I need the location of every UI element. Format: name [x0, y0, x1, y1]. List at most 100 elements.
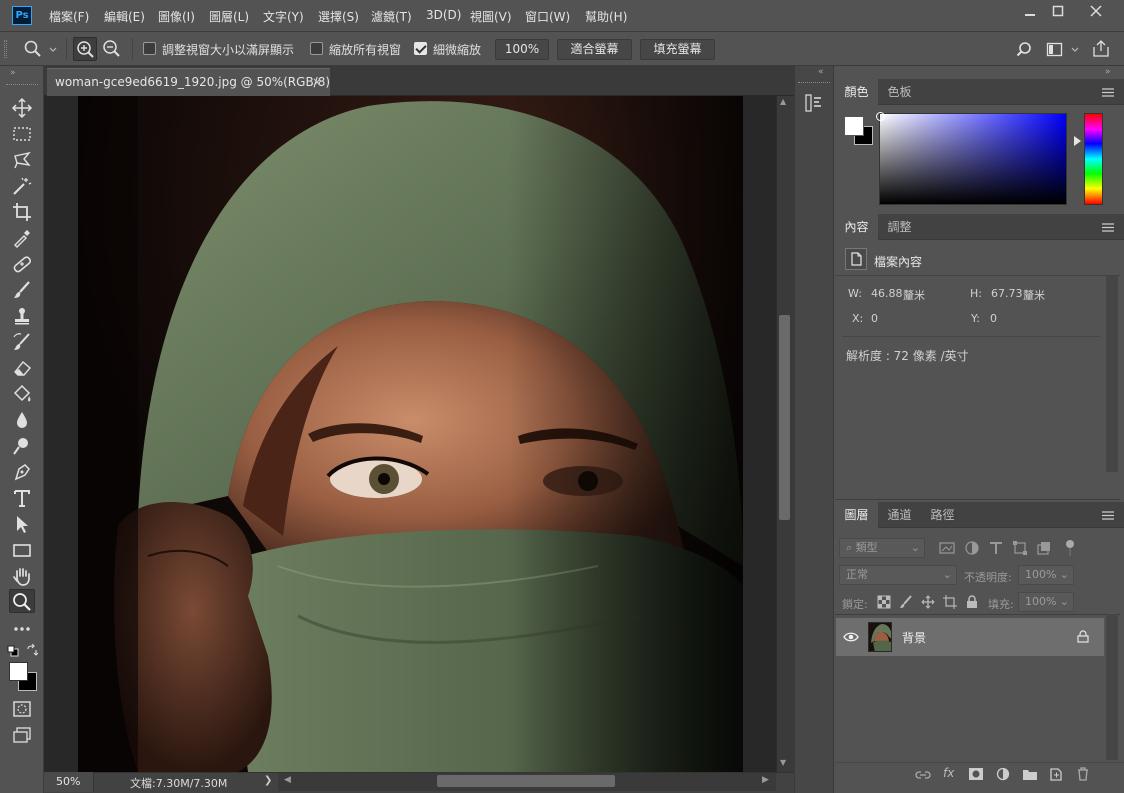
y-value[interactable]: 0: [990, 312, 997, 325]
layer-name[interactable]: 背景: [902, 629, 926, 646]
more-tools-icon[interactable]: [11, 618, 33, 640]
zoom-percent-field[interactable]: 100%: [495, 39, 549, 60]
clone-stamp-tool-icon[interactable]: [11, 305, 33, 327]
menu-edit[interactable]: 編輯(E): [104, 8, 145, 25]
default-colors-icon[interactable]: [7, 645, 19, 657]
rectangle-tool-icon[interactable]: [11, 539, 33, 561]
layer-lock-icon[interactable]: [1077, 630, 1089, 643]
menu-image[interactable]: 圖像(I): [158, 8, 195, 25]
height-value[interactable]: 67.73: [991, 287, 1023, 300]
delete-layer-icon[interactable]: [1075, 766, 1091, 782]
swap-colors-icon[interactable]: [26, 644, 38, 656]
status-zoom-field[interactable]: 50%: [44, 772, 94, 792]
tab-swatches[interactable]: 色板: [878, 79, 921, 105]
menu-file[interactable]: 檔案(F): [49, 8, 89, 25]
fill-screen-button[interactable]: 填充螢幕: [640, 39, 715, 60]
close-window-button[interactable]: [1078, 0, 1114, 22]
adjustment-layer-icon[interactable]: [996, 767, 1012, 783]
panel-menu-icon[interactable]: [1102, 511, 1114, 520]
history-brush-tool-icon[interactable]: [11, 331, 33, 353]
layer-effects-icon[interactable]: fx: [943, 766, 954, 780]
lock-all-icon[interactable]: [965, 595, 979, 609]
lock-position-icon[interactable]: [921, 595, 935, 609]
vertical-scroll-thumb[interactable]: [779, 315, 790, 520]
filter-pixel-icon[interactable]: [939, 540, 955, 556]
menu-select[interactable]: 選擇(S): [318, 8, 359, 25]
zoom-out-button[interactable]: [100, 37, 124, 61]
scrubby-zoom-checkbox[interactable]: [414, 42, 427, 55]
menu-3d[interactable]: 3D(D): [426, 8, 461, 22]
blur-tool-icon[interactable]: [11, 409, 33, 431]
lock-pixels-icon[interactable]: [899, 595, 913, 609]
tab-adjustments[interactable]: 調整: [878, 214, 921, 240]
move-tool-icon[interactable]: [11, 97, 33, 119]
options-grip[interactable]: [4, 40, 7, 58]
tab-color[interactable]: 顏色: [835, 79, 878, 105]
layer-filter-kind-select[interactable]: ⌕ 類型 ⌄: [839, 538, 925, 558]
path-selection-tool-icon[interactable]: [11, 513, 33, 535]
collapse-tools-icon[interactable]: »: [10, 68, 16, 78]
panel-menu-icon[interactable]: [1102, 88, 1114, 97]
menu-type[interactable]: 文字(Y): [263, 8, 304, 25]
filter-type-icon[interactable]: [988, 540, 1004, 556]
filter-adjustment-icon[interactable]: [964, 540, 980, 556]
tab-channels[interactable]: 通道: [878, 502, 921, 528]
menu-layer[interactable]: 圖層(L): [209, 8, 249, 25]
layers-scrollbar[interactable]: [1106, 614, 1118, 760]
lock-artboard-icon[interactable]: [943, 595, 957, 609]
menu-view[interactable]: 視圖(V): [470, 8, 512, 25]
brush-tool-icon[interactable]: [11, 279, 33, 301]
lock-transparency-icon[interactable]: [877, 595, 891, 609]
tab-paths[interactable]: 路徑: [921, 502, 964, 528]
zoom-in-button[interactable]: [73, 37, 97, 61]
scroll-down-icon[interactable]: ▼: [780, 758, 786, 767]
hand-tool-icon[interactable]: [11, 565, 33, 587]
fit-screen-button[interactable]: 適合螢幕: [557, 39, 632, 60]
share-icon[interactable]: [1092, 39, 1110, 59]
filter-shape-icon[interactable]: [1012, 540, 1028, 556]
type-tool-icon[interactable]: [11, 487, 33, 509]
fill-field[interactable]: 100% ⌄: [1018, 592, 1074, 612]
new-group-icon[interactable]: [1022, 767, 1038, 781]
marquee-tool-icon[interactable]: [11, 123, 33, 145]
scroll-right-icon[interactable]: ▶: [762, 775, 769, 785]
filter-smart-object-icon[interactable]: [1036, 540, 1052, 556]
horizontal-scroll-thumb[interactable]: [437, 775, 615, 787]
document-tab[interactable]: woman-gce9ed6619_1920.jpg @ 50%(RGB/8) ×: [47, 68, 330, 96]
blend-mode-select[interactable]: 正常 ⌄: [839, 565, 957, 585]
scroll-up-icon[interactable]: ▲: [780, 97, 786, 106]
hue-slider-handle-icon[interactable]: [1074, 136, 1082, 146]
hue-slider[interactable]: [1084, 113, 1103, 205]
collapse-panels-icon[interactable]: »: [1105, 67, 1111, 77]
collapse-dock-icon[interactable]: «: [818, 67, 824, 77]
tab-properties[interactable]: 內容: [835, 214, 878, 240]
healing-brush-tool-icon[interactable]: [11, 253, 33, 275]
panel-menu-icon[interactable]: [1102, 223, 1114, 232]
zoom-tool-button[interactable]: [9, 589, 35, 613]
filter-toggle-icon[interactable]: [1062, 538, 1078, 558]
quick-mask-icon[interactable]: [11, 698, 33, 720]
new-layer-icon[interactable]: [1048, 766, 1064, 782]
eyedropper-tool-icon[interactable]: [11, 227, 33, 249]
workspace-switcher-icon[interactable]: [1046, 41, 1082, 59]
menu-help[interactable]: 幫助(H): [585, 8, 627, 25]
link-layers-icon[interactable]: [915, 768, 931, 782]
tab-layers[interactable]: 圖層: [835, 502, 878, 528]
zoom-all-windows-checkbox[interactable]: [310, 42, 323, 55]
foreground-color-swatch[interactable]: [9, 662, 28, 681]
search-icon[interactable]: [1016, 41, 1034, 59]
dodge-tool-icon[interactable]: [11, 435, 33, 457]
dock-grip[interactable]: [798, 82, 830, 84]
history-panel-icon[interactable]: [803, 92, 825, 114]
eye-icon[interactable]: [843, 630, 859, 644]
lasso-tool-icon[interactable]: [11, 149, 33, 171]
color-saturation-field[interactable]: [879, 113, 1067, 205]
x-value[interactable]: 0: [871, 312, 878, 325]
layer-mask-icon[interactable]: [968, 767, 984, 781]
color-picker-cursor[interactable]: [876, 112, 885, 121]
pen-tool-icon[interactable]: [11, 461, 33, 483]
resize-windows-checkbox[interactable]: [143, 42, 156, 55]
document-tab-close-button[interactable]: ×: [312, 69, 322, 96]
status-menu-arrow[interactable]: ❯: [264, 775, 272, 786]
width-value[interactable]: 46.88: [871, 287, 903, 300]
